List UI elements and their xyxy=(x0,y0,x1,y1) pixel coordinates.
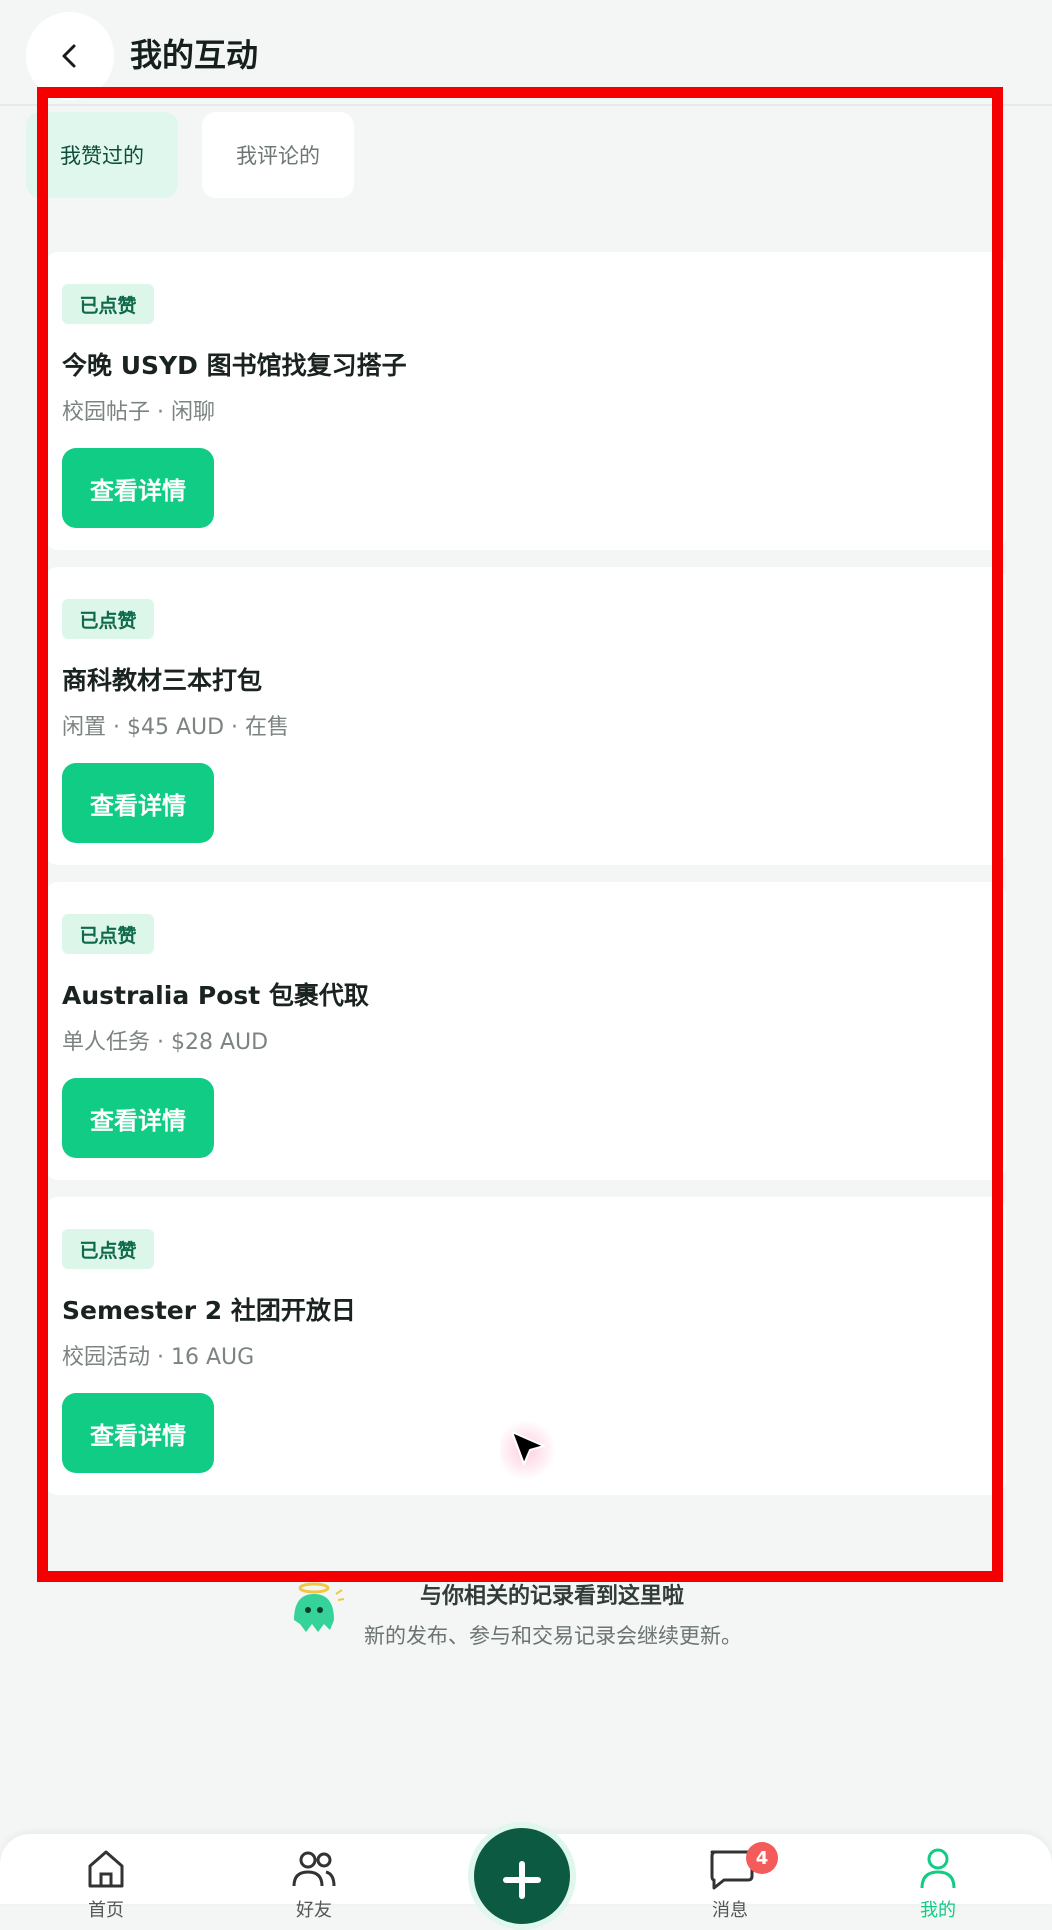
liked-badge: 已点赞 xyxy=(62,284,154,324)
item-title: Semester 2 社团开放日 xyxy=(62,1296,356,1325)
top-bar: 我的互动 xyxy=(0,0,1052,104)
person-icon xyxy=(920,1848,956,1889)
home-icon xyxy=(88,1850,124,1888)
item-meta: 校园活动 · 16 AUG xyxy=(62,1345,255,1370)
chevron-left-icon xyxy=(62,44,76,68)
plus-icon xyxy=(503,1861,541,1899)
nav-friends[interactable]: 好友 xyxy=(274,1846,354,1921)
nav-label: 我的 xyxy=(920,1900,956,1921)
page-title: 我的互动 xyxy=(130,36,259,74)
nav-label: 消息 xyxy=(712,1900,748,1921)
end-of-list-subtitle: 新的发布、参与和交易记录会继续更新。 xyxy=(364,1624,742,1648)
item-meta: 单人任务 · $28 AUD xyxy=(62,1030,269,1055)
liked-badge: 已点赞 xyxy=(62,599,154,639)
view-details-button[interactable]: 查看详情 xyxy=(62,1393,214,1473)
header-divider xyxy=(0,104,1052,106)
item-meta: 闲置 · $45 AUD · 在售 xyxy=(62,715,290,740)
tab-liked[interactable]: 我赞过的 xyxy=(26,112,178,198)
item-meta: 校园帖子 · 闲聊 xyxy=(62,400,215,425)
nav-label: 好友 xyxy=(296,1900,332,1921)
notification-badge: 4 xyxy=(746,1842,778,1874)
view-details-button[interactable]: 查看详情 xyxy=(62,448,214,528)
nav-profile[interactable]: 我的 xyxy=(898,1846,978,1921)
mouse-cursor-icon xyxy=(500,1420,556,1480)
liked-badge: 已点赞 xyxy=(62,1229,154,1269)
ghost-mascot-icon xyxy=(294,1582,345,1632)
item-title: 今晚 USYD 图书馆找复习搭子 xyxy=(62,351,407,380)
item-title: Australia Post 包裹代取 xyxy=(62,981,369,1010)
list-item: 已点赞 商科教材三本打包 闲置 · $45 AUD · 在售 查看详情 xyxy=(44,567,1006,865)
item-title: 商科教材三本打包 xyxy=(62,666,263,695)
tab-commented[interactable]: 我评论的 xyxy=(202,112,354,198)
list-item: 已点赞 今晚 USYD 图书馆找复习搭子 校园帖子 · 闲聊 查看详情 xyxy=(44,252,1006,550)
liked-badge: 已点赞 xyxy=(62,914,154,954)
view-details-button[interactable]: 查看详情 xyxy=(62,1078,214,1158)
back-button[interactable] xyxy=(26,12,114,100)
create-post-button[interactable] xyxy=(468,1822,576,1930)
end-of-list-title: 与你相关的记录看到这里啦 xyxy=(420,1584,685,1609)
list-item: 已点赞 Australia Post 包裹代取 单人任务 · $28 AUD 查… xyxy=(44,882,1006,1180)
nav-label: 首页 xyxy=(88,1900,124,1921)
view-details-button[interactable]: 查看详情 xyxy=(62,763,214,843)
nav-home[interactable]: 首页 xyxy=(66,1846,146,1921)
people-icon xyxy=(292,1851,336,1887)
